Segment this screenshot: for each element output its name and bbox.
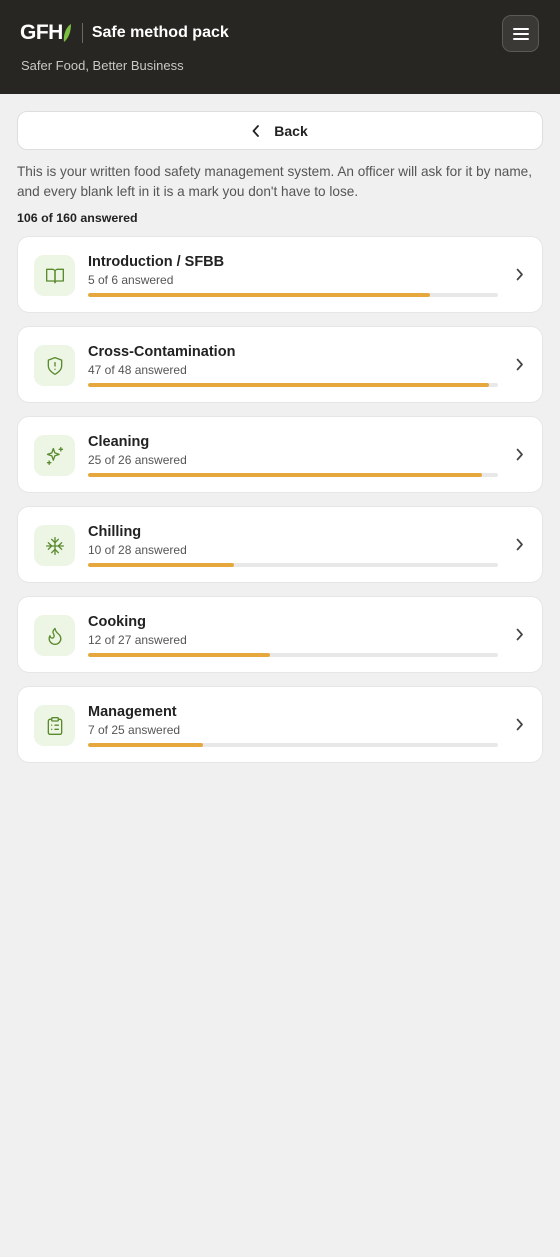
clipboard-icon bbox=[47, 716, 62, 735]
tagline: Safer Food, Better Business bbox=[21, 58, 184, 73]
section-answered: 10 of 28 answered bbox=[88, 543, 187, 557]
back-label: Back bbox=[274, 122, 308, 139]
snowflake-icon bbox=[45, 536, 64, 555]
section-title: Cleaning bbox=[88, 434, 150, 450]
chevron-right-icon bbox=[516, 358, 523, 371]
section-icon-box bbox=[34, 525, 75, 566]
section-icon-box bbox=[34, 345, 75, 386]
section-title: Introduction / SFBB bbox=[88, 254, 225, 270]
shield-alert-icon bbox=[47, 356, 62, 375]
section-answered: 25 of 26 answered bbox=[88, 453, 187, 467]
progress-fill bbox=[88, 653, 271, 657]
section-progress-bar bbox=[88, 383, 498, 387]
page-title: Safe method pack bbox=[91, 24, 229, 41]
menu-button[interactable] bbox=[502, 15, 539, 52]
logo-text: GFH bbox=[20, 21, 63, 44]
chevron-right-icon bbox=[516, 538, 523, 551]
section-title: Cross-Contamination bbox=[88, 344, 236, 360]
section-list: Introduction / SFBB 5 of 6 answered Cros… bbox=[17, 236, 543, 763]
section-card-cooking[interactable]: Cooking 12 of 27 answered bbox=[17, 596, 543, 673]
section-progress-bar bbox=[88, 653, 498, 657]
chevron-right-icon bbox=[516, 268, 523, 281]
progress-fill bbox=[88, 563, 235, 567]
back-button[interactable]: Back bbox=[17, 111, 543, 150]
sparkles-icon bbox=[46, 446, 63, 465]
section-answered: 7 of 25 answered bbox=[88, 723, 181, 737]
section-card-cross-contamination[interactable]: Cross-Contamination 47 of 48 answered bbox=[17, 326, 543, 403]
section-answered: 47 of 48 answered bbox=[88, 363, 187, 377]
chevron-right-icon bbox=[516, 448, 523, 461]
intro-text: This is your written food safety managem… bbox=[17, 164, 533, 199]
section-card-management[interactable]: Management 7 of 25 answered bbox=[17, 686, 543, 763]
section-icon-box bbox=[34, 435, 75, 476]
answered-summary: 106 of 160 answered bbox=[17, 211, 138, 225]
section-title: Cooking bbox=[88, 614, 146, 630]
section-icon-box bbox=[34, 255, 75, 296]
header-divider bbox=[81, 23, 83, 43]
progress-fill bbox=[88, 743, 203, 747]
leaf-icon bbox=[63, 24, 71, 42]
section-progress-bar bbox=[88, 473, 498, 477]
chevron-right-icon bbox=[516, 628, 523, 641]
section-progress-bar bbox=[88, 293, 498, 297]
section-card-cleaning[interactable]: Cleaning 25 of 26 answered bbox=[17, 416, 543, 493]
section-title: Chilling bbox=[88, 524, 142, 540]
brand: GFH Safe method pack bbox=[20, 21, 229, 45]
chevron-left-icon bbox=[252, 124, 260, 137]
section-progress-bar bbox=[88, 743, 498, 747]
section-answered: 5 of 6 answered bbox=[88, 273, 174, 287]
section-progress-bar bbox=[88, 563, 498, 567]
progress-fill bbox=[88, 473, 483, 477]
progress-fill bbox=[88, 383, 490, 387]
hamburger-icon bbox=[512, 27, 529, 40]
flame-icon bbox=[48, 627, 61, 645]
progress-fill bbox=[88, 293, 430, 297]
main-content: Back This is your written food safety ma… bbox=[0, 94, 560, 763]
section-title: Management bbox=[88, 704, 177, 720]
section-card-chilling[interactable]: Chilling 10 of 28 answered bbox=[17, 506, 543, 583]
logo[interactable]: GFH bbox=[20, 21, 72, 45]
section-card-introduction[interactable]: Introduction / SFBB 5 of 6 answered bbox=[17, 236, 543, 313]
section-icon-box bbox=[34, 705, 75, 746]
section-answered: 12 of 27 answered bbox=[88, 633, 187, 647]
app-header: GFH Safe method pack Safer Food, Better … bbox=[0, 0, 560, 94]
section-icon-box bbox=[34, 615, 75, 656]
book-icon bbox=[45, 268, 64, 283]
chevron-right-icon bbox=[516, 718, 523, 731]
